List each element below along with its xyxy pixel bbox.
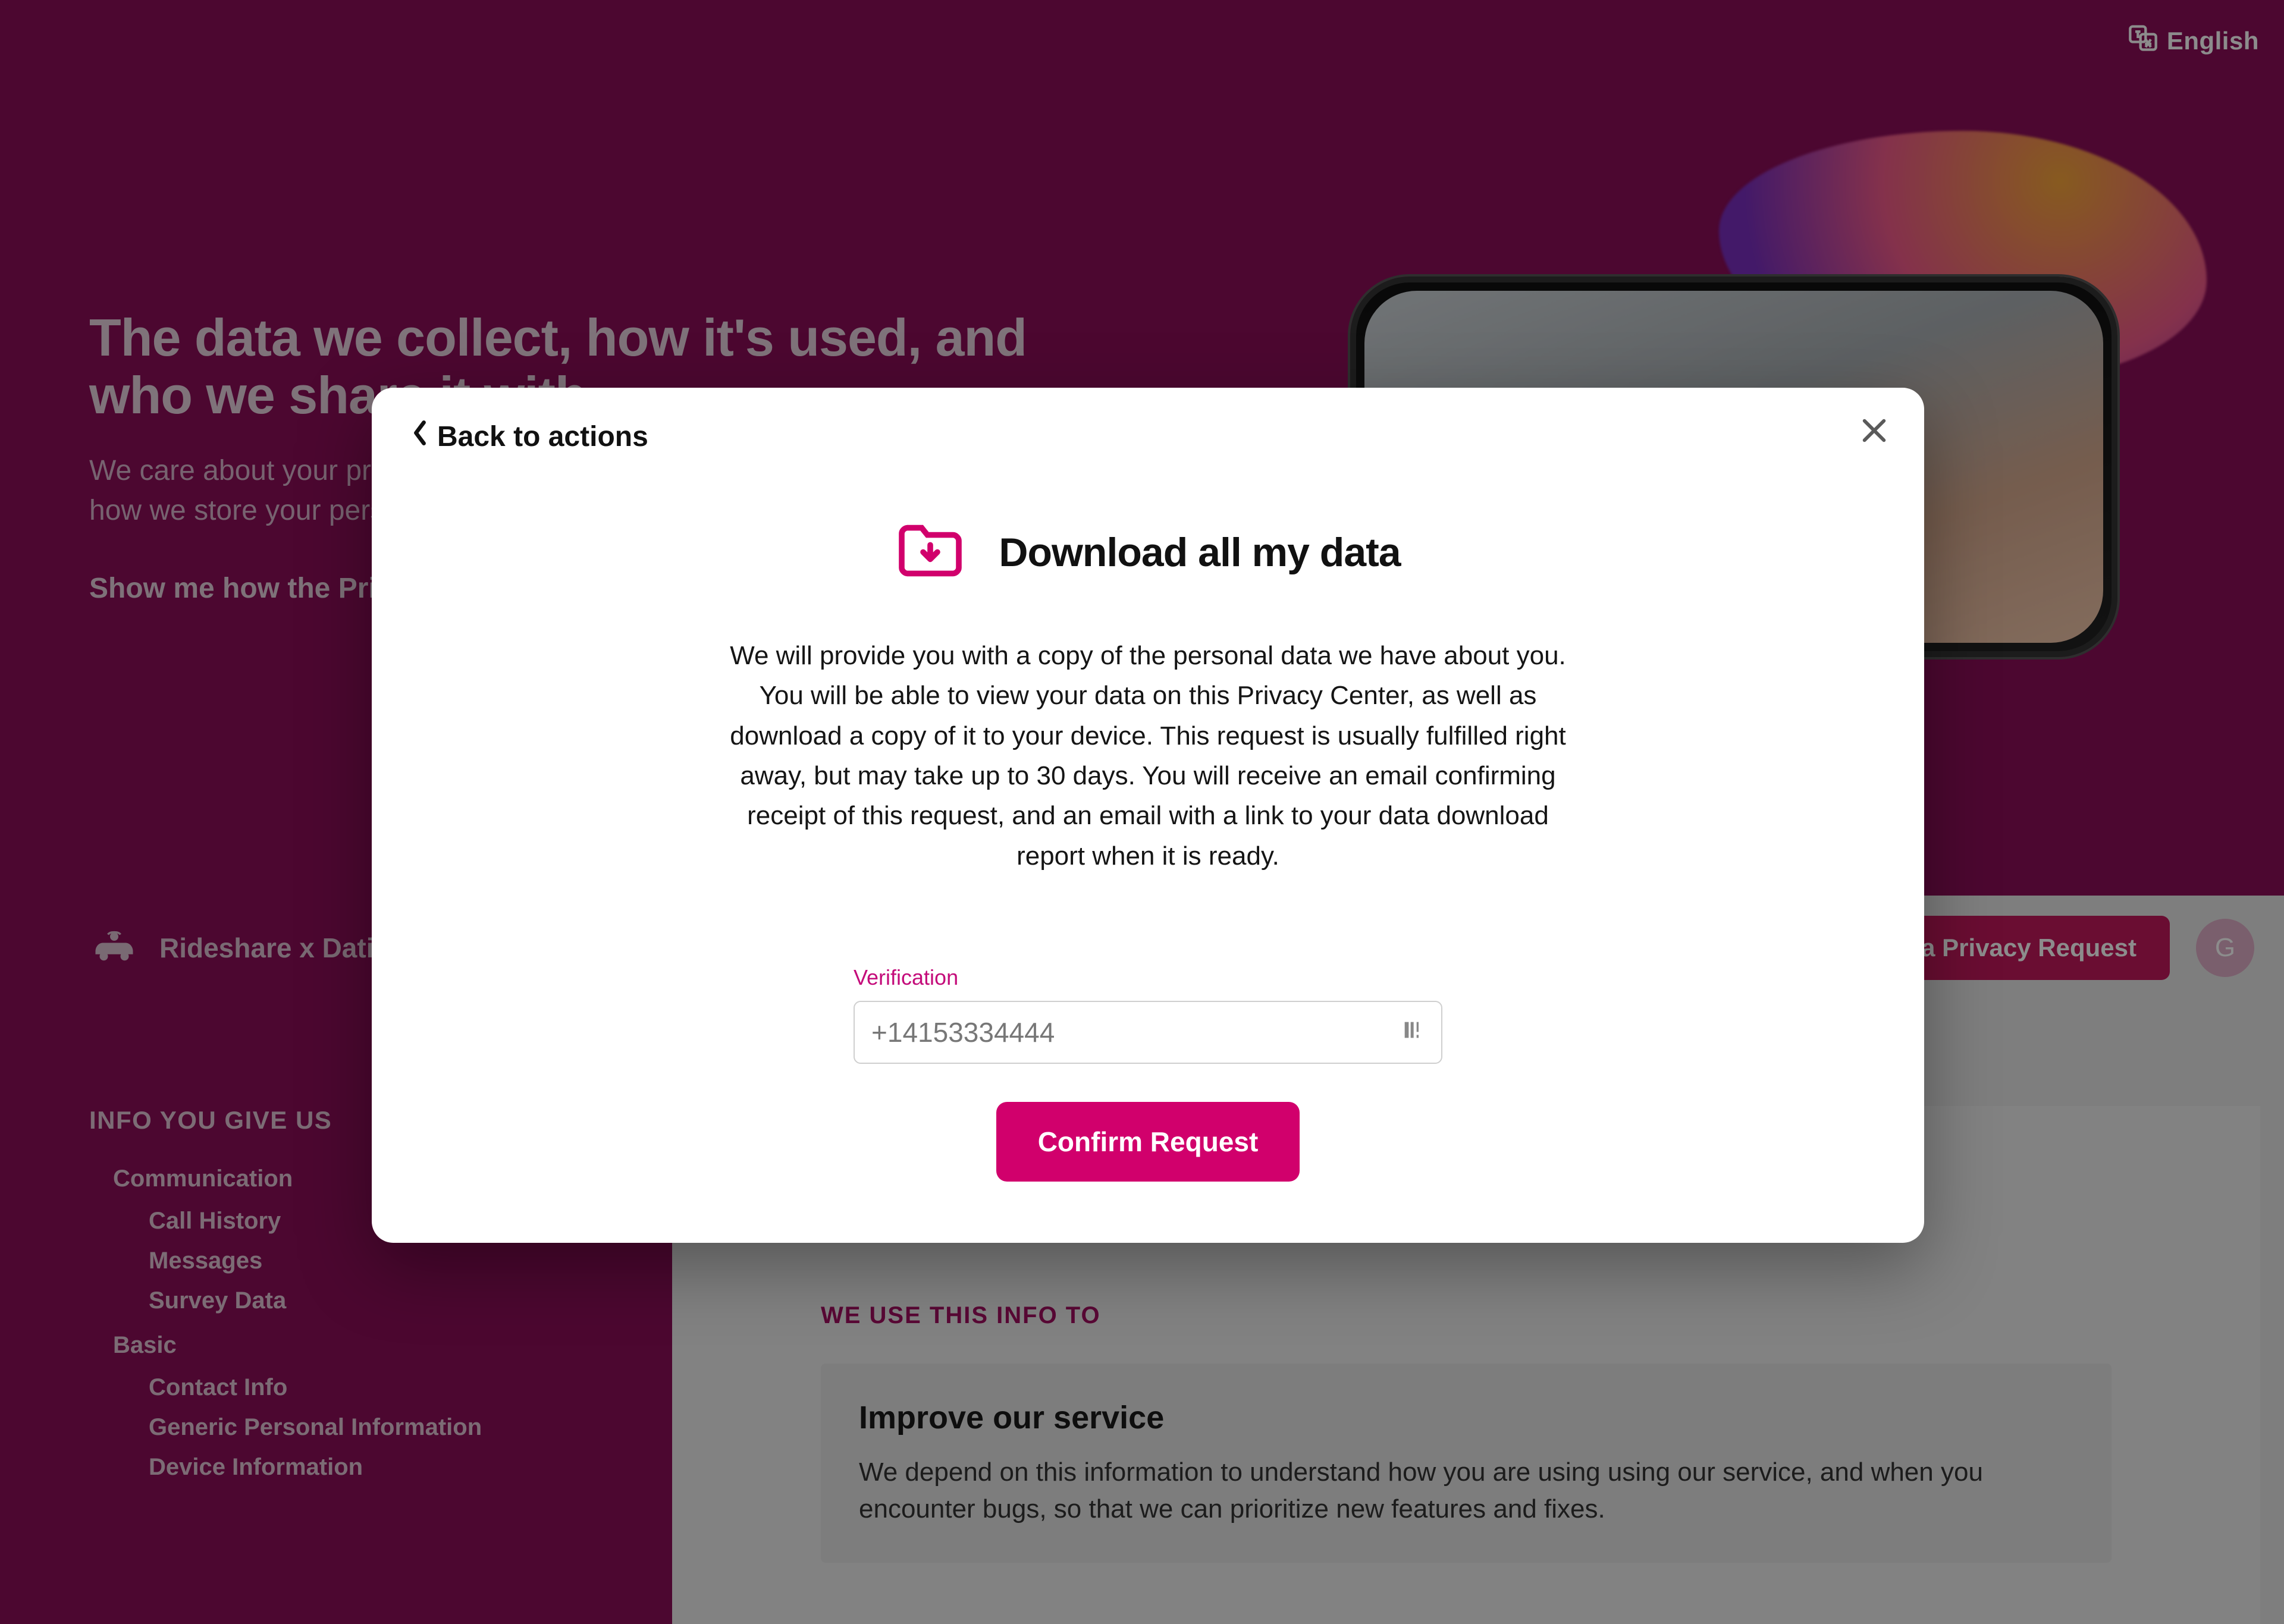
chevron-left-icon <box>411 420 429 453</box>
confirm-request-button[interactable]: Confirm Request <box>996 1102 1300 1182</box>
modal-body: We will provide you with a copy of the p… <box>726 636 1570 876</box>
autofill-icon[interactable] <box>1401 1016 1425 1048</box>
verification-placeholder: +14153334444 <box>871 1016 1401 1048</box>
download-data-modal: Back to actions Download all my data We … <box>372 388 1924 1243</box>
back-label: Back to actions <box>437 420 648 453</box>
verification-label: Verification <box>854 965 1442 990</box>
download-folder-icon <box>895 522 965 582</box>
back-to-actions-button[interactable]: Back to actions <box>411 420 1885 453</box>
modal-title: Download all my data <box>999 529 1400 576</box>
close-icon <box>1858 439 1891 450</box>
verification-input[interactable]: +14153334444 <box>854 1001 1442 1064</box>
modal-header: Download all my data <box>411 522 1885 582</box>
close-button[interactable] <box>1858 414 1891 447</box>
verification-form: Verification +14153334444 Confirm Reques… <box>854 965 1442 1182</box>
